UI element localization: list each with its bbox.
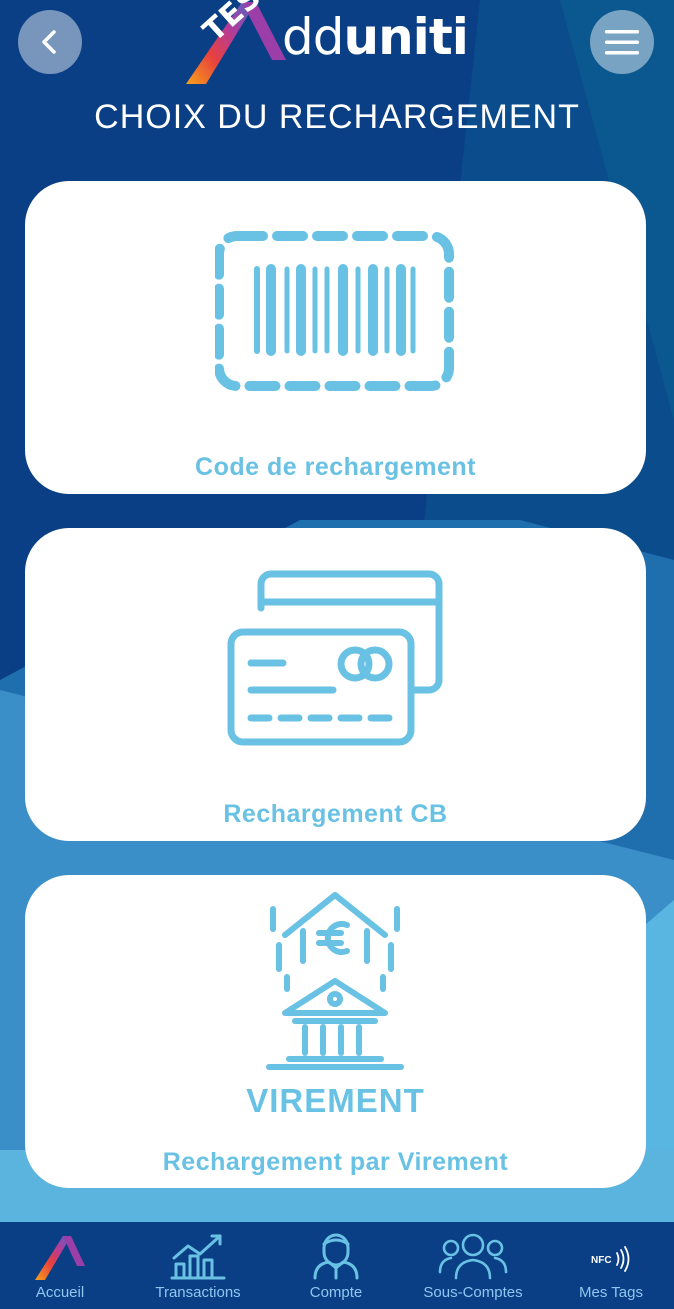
nav-item-transactions[interactable]: Transactions [138,1222,258,1309]
page-title: CHOIX DU RECHARGEMENT [94,98,580,136]
nav-item-compte[interactable]: Compte [276,1222,396,1309]
nfc-icon-text: NFC [591,1255,612,1266]
chevron-left-icon [42,30,56,54]
logo-wordmark: dduniti [282,8,469,66]
top-bar: TEST dduniti [0,0,674,90]
credit-card-icon [227,570,443,746]
option-card-virement[interactable]: VIREMENT Rechargement par Virement [25,875,646,1188]
nfc-icon: NFC [591,1246,630,1272]
bottom-navigation: Accueil Transactions Compte Sous-Comptes… [0,1222,674,1309]
menu-button[interactable] [590,10,654,74]
bank-transfer-icon [266,892,404,1070]
option-label: Code de rechargement [195,453,476,481]
nav-label: Transactions [155,1284,241,1301]
logo-wordmark-light: dd [282,8,344,66]
nav-item-sous-comptes[interactable]: Sous-Comptes [413,1222,533,1309]
virement-icon-caption: VIREMENT [246,1082,425,1119]
back-button[interactable] [18,10,82,74]
hamburger-menu-icon [605,30,639,55]
user-icon [313,1233,359,1280]
home-logo-icon [35,1236,85,1280]
chart-icon [170,1234,226,1280]
nav-label: Compte [309,1284,363,1301]
nav-item-accueil[interactable]: Accueil [0,1222,120,1309]
option-card-code[interactable]: Code de rechargement [25,181,646,494]
option-label: Rechargement par Virement [162,1148,509,1176]
option-label: Rechargement CB [223,800,448,828]
group-icon [438,1233,508,1280]
nav-label: Mes Tags [579,1284,643,1301]
app-logo: TEST dduniti [182,0,502,90]
nav-label: Sous-Comptes [423,1284,523,1301]
nav-item-mes-tags[interactable]: NFC Mes Tags [551,1222,671,1309]
nav-label: Accueil [35,1284,85,1301]
logo-wordmark-bold: uniti [343,8,468,66]
barcode-icon [215,231,454,391]
option-card-cb[interactable]: Rechargement CB [25,528,646,841]
